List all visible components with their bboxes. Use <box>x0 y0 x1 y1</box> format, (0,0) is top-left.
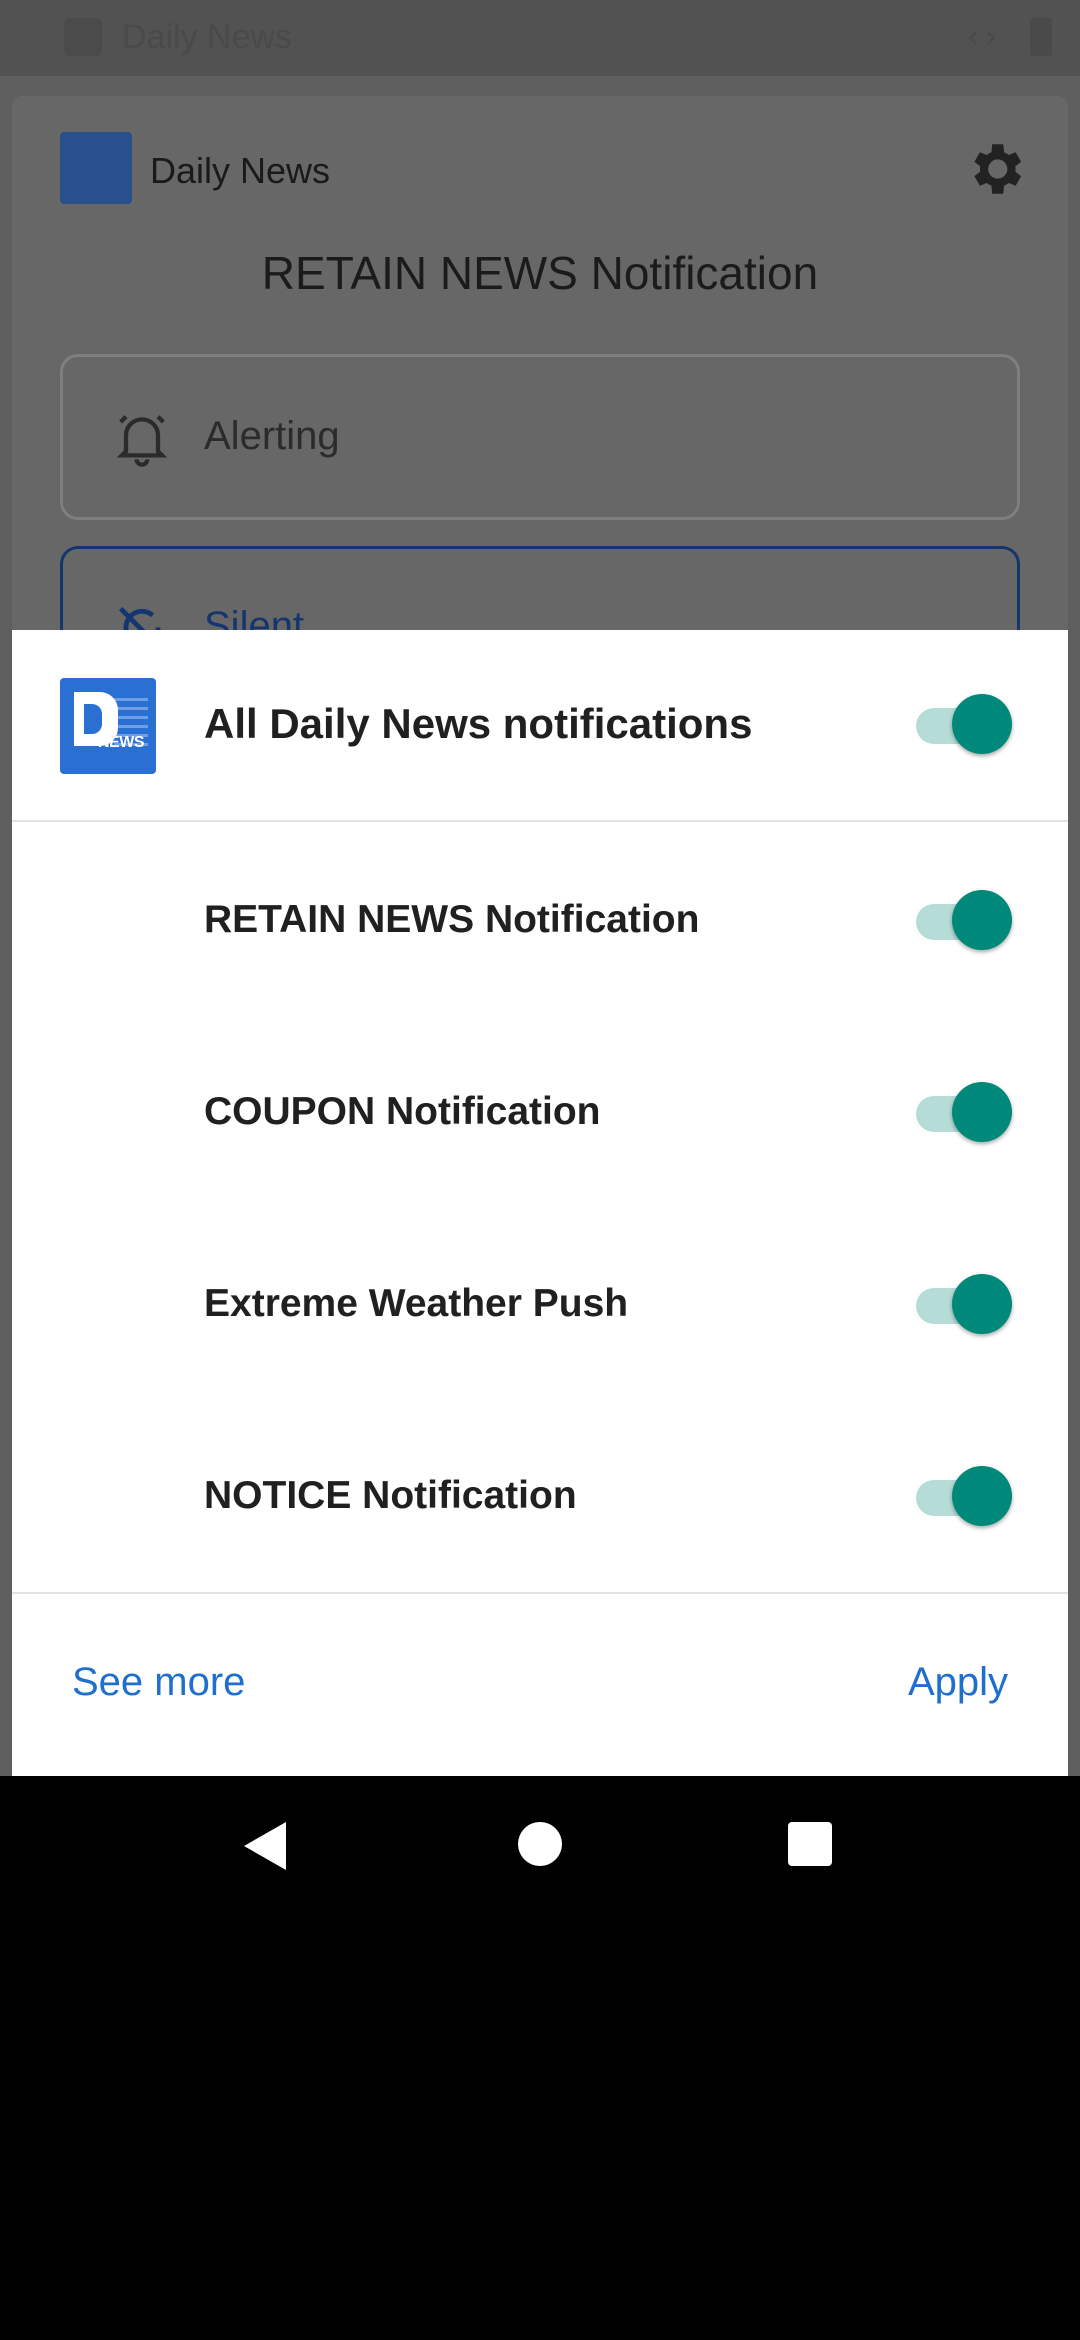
navigation-bar <box>0 1776 1080 1918</box>
apply-button[interactable]: Apply <box>908 1660 1008 1705</box>
toggle-notice[interactable] <box>912 1464 1012 1528</box>
toggle-retain-news[interactable] <box>912 888 1012 952</box>
background-app-icon <box>60 132 132 204</box>
daily-news-app-icon: NEWS <box>60 678 156 774</box>
app-notification-icon <box>64 18 102 56</box>
toggle-thumb <box>952 1466 1012 1526</box>
app-icon-tag: NEWS <box>98 734 145 751</box>
status-bar: Daily News ‹› <box>0 0 1080 76</box>
channel-label-retain-news: RETAIN NEWS Notification <box>204 898 700 941</box>
code-icon: ‹› <box>964 20 1001 55</box>
recents-icon[interactable] <box>788 1822 832 1866</box>
channel-label-coupon: COUPON Notification <box>204 1090 601 1133</box>
background-app-name: Daily News <box>150 150 331 191</box>
toggle-thumb <box>952 890 1012 950</box>
divider <box>12 1592 1068 1594</box>
notification-settings-dialog: NEWS All Daily News notifications RETAIN… <box>12 630 1068 1776</box>
see-more-button[interactable]: See more <box>72 1660 245 1705</box>
gear-icon <box>974 144 1022 194</box>
all-notifications-toggle[interactable] <box>912 692 1012 756</box>
channel-label-extreme-weather: Extreme Weather Push <box>204 1282 629 1325</box>
all-notifications-label: All Daily News notifications <box>204 700 753 747</box>
toggle-extreme-weather[interactable] <box>912 1272 1012 1336</box>
battery-icon <box>1030 18 1052 56</box>
toggle-thumb <box>952 1082 1012 1142</box>
background-heading: RETAIN NEWS Notification <box>261 247 819 299</box>
home-icon[interactable] <box>518 1822 562 1866</box>
toggle-thumb <box>952 1274 1012 1334</box>
channel-label-notice: NOTICE Notification <box>204 1474 577 1517</box>
bell-icon <box>116 415 168 467</box>
status-bar-title: Daily News <box>122 18 293 56</box>
back-icon[interactable] <box>244 1822 286 1870</box>
alerting-label: Alerting <box>204 414 340 458</box>
toggle-coupon[interactable] <box>912 1080 1012 1144</box>
toggle-thumb <box>952 694 1012 754</box>
divider <box>12 820 1068 822</box>
